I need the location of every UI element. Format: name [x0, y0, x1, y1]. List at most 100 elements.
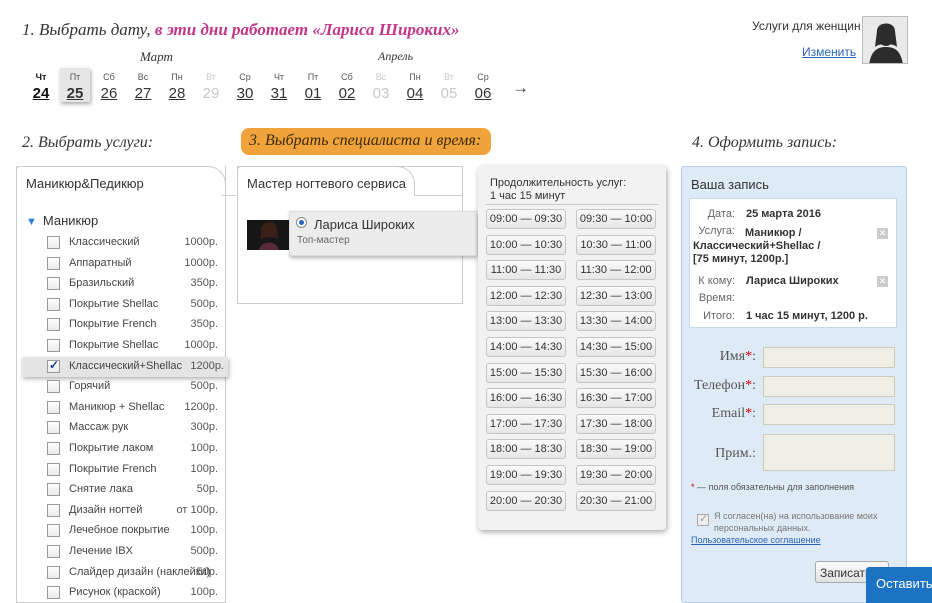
- time-slot-button[interactable]: 17:30 — 18:00: [576, 414, 656, 434]
- service-checkbox[interactable]: [47, 483, 60, 496]
- master-photo-image: [247, 220, 289, 250]
- calendar-day[interactable]: Пн 04: [400, 72, 430, 102]
- service-row[interactable]: Лечение IBX 500р.: [22, 542, 222, 562]
- remove-master-icon[interactable]: ✕: [877, 276, 888, 287]
- service-row[interactable]: Бразильский 350р.: [22, 274, 222, 294]
- email-input[interactable]: [763, 404, 895, 425]
- time-slot-button[interactable]: 19:00 — 19:30: [486, 465, 566, 485]
- service-checkbox[interactable]: [47, 566, 60, 579]
- service-row[interactable]: Классический+Shellac 1200р.: [22, 357, 228, 377]
- service-checkbox[interactable]: [47, 586, 60, 599]
- service-checkbox[interactable]: [47, 504, 60, 517]
- change-link[interactable]: Изменить: [802, 45, 856, 59]
- service-checkbox[interactable]: [47, 298, 60, 311]
- calendar-day[interactable]: Пт 25: [60, 68, 90, 102]
- calendar-day: Вт 29: [196, 72, 226, 102]
- service-row[interactable]: Лечебное покрытие 100р.: [22, 521, 222, 541]
- service-row[interactable]: Классический 1000р.: [22, 233, 222, 253]
- service-checkbox[interactable]: [47, 358, 60, 373]
- time-slot-button[interactable]: 13:30 — 14:00: [576, 311, 656, 331]
- service-checkbox[interactable]: [47, 277, 60, 290]
- calendar-day[interactable]: Ср 30: [230, 72, 260, 102]
- master-tab[interactable]: Мастер ногтевого сервиса: [237, 166, 415, 196]
- service-checkbox[interactable]: [47, 421, 60, 434]
- note-textarea[interactable]: [763, 434, 895, 471]
- category-toggle[interactable]: ▼ Маникюр: [26, 213, 98, 228]
- weekday-label: Пн: [409, 72, 421, 82]
- calendar-day[interactable]: Чт 31: [264, 72, 294, 102]
- time-slot-button[interactable]: 14:00 — 14:30: [486, 337, 566, 357]
- service-row[interactable]: Массаж рук 300р.: [22, 418, 222, 438]
- service-row[interactable]: Покрытие Shellac 1000р.: [22, 336, 222, 356]
- time-slot-button[interactable]: 12:30 — 13:00: [576, 286, 656, 306]
- services-tab[interactable]: Маникюр&Педикюр: [16, 166, 226, 196]
- time-slot-button[interactable]: 16:30 — 17:00: [576, 388, 656, 408]
- service-price: 350р.: [190, 277, 218, 289]
- time-slot-button[interactable]: 16:00 — 16:30: [486, 388, 566, 408]
- calendar-day[interactable]: Пн 28: [162, 72, 192, 102]
- time-slot-button[interactable]: 18:30 — 19:00: [576, 439, 656, 459]
- time-slot-button[interactable]: 11:30 — 12:00: [576, 260, 656, 280]
- time-slot-button[interactable]: 09:30 — 10:00: [576, 209, 656, 229]
- time-slot-button[interactable]: 15:00 — 15:30: [486, 363, 566, 383]
- service-checkbox[interactable]: [47, 318, 60, 331]
- time-slot-button[interactable]: 19:30 — 20:00: [576, 465, 656, 485]
- time-slot-button[interactable]: 20:30 — 21:00: [576, 491, 656, 511]
- service-row[interactable]: Маникюр + Shellac 1200р.: [22, 398, 222, 418]
- email-label-text: Email: [711, 406, 746, 421]
- date-label: Дата:: [707, 208, 735, 220]
- time-slot-button[interactable]: 17:00 — 17:30: [486, 414, 566, 434]
- service-checkbox[interactable]: [47, 257, 60, 270]
- leave-feedback-button[interactable]: Оставить: [866, 567, 932, 603]
- calendar-day[interactable]: Ср 06: [468, 72, 498, 102]
- time-slot-button[interactable]: 18:00 — 18:30: [486, 439, 566, 459]
- time-slot-button[interactable]: 15:30 — 16:00: [576, 363, 656, 383]
- service-checkbox[interactable]: [47, 524, 60, 537]
- calendar-day[interactable]: Чт 24: [26, 72, 56, 102]
- time-slot-button[interactable]: 09:00 — 09:30: [486, 209, 566, 229]
- calendar-day[interactable]: Сб 26: [94, 72, 124, 102]
- service-row[interactable]: Покрытие лаком 100р.: [22, 439, 222, 459]
- next-arrow-icon[interactable]: →: [512, 78, 529, 98]
- service-row[interactable]: Горячий 500р.: [22, 377, 222, 397]
- user-agreement-link[interactable]: Пользовательское соглашение: [691, 535, 821, 545]
- time-slot-button[interactable]: 20:00 — 20:30: [486, 491, 566, 511]
- service-name: Покрытие Shellac: [69, 298, 159, 310]
- service-checkbox[interactable]: [47, 401, 60, 414]
- service-checkbox[interactable]: [47, 236, 60, 249]
- name-input[interactable]: [763, 347, 895, 368]
- service-row[interactable]: Рисунок (краской) 100р.: [22, 583, 222, 603]
- agree-checkbox[interactable]: [697, 512, 709, 526]
- service-row[interactable]: Снятие лака 50р.: [22, 480, 222, 500]
- time-slot-button[interactable]: 12:00 — 12:30: [486, 286, 566, 306]
- service-checkbox[interactable]: [47, 339, 60, 352]
- calendar-day[interactable]: Пт 01: [298, 72, 328, 102]
- service-row[interactable]: Аппаратный 1000р.: [22, 254, 222, 274]
- time-slot-button[interactable]: 14:30 — 15:00: [576, 337, 656, 357]
- service-checkbox[interactable]: [47, 442, 60, 455]
- service-checkbox[interactable]: [47, 545, 60, 558]
- agree-text: Я согласен(на) на использование моих пер…: [714, 511, 878, 533]
- day-number: 24: [32, 85, 50, 102]
- service-row[interactable]: Покрытие French 100р.: [22, 460, 222, 480]
- time-slot-button[interactable]: 11:00 — 11:30: [486, 260, 566, 280]
- service-row[interactable]: Покрытие French 350р.: [22, 315, 222, 335]
- master-radio[interactable]: [296, 217, 307, 228]
- service-price: 350р.: [190, 318, 218, 330]
- remove-service-icon[interactable]: ✕: [877, 228, 888, 239]
- step1-prefix: 1. Выбрать дату,: [22, 20, 151, 39]
- day-number: 31: [270, 85, 288, 102]
- service-checkbox[interactable]: [47, 463, 60, 476]
- time-slot-button[interactable]: 13:00 — 13:30: [486, 311, 566, 331]
- service-row[interactable]: Слайдер дизайн (наклейки) 50р.: [22, 563, 222, 583]
- calendar-day[interactable]: Сб 02: [332, 72, 362, 102]
- service-price: 1200р.: [184, 401, 218, 413]
- service-row[interactable]: Дизайн ногтей от 100р.: [22, 501, 222, 521]
- phone-label: Телефон*:: [693, 378, 756, 393]
- time-slot-button[interactable]: 10:00 — 10:30: [486, 235, 566, 255]
- phone-input[interactable]: [763, 376, 895, 397]
- calendar-day[interactable]: Вс 27: [128, 72, 158, 102]
- service-checkbox[interactable]: [47, 380, 60, 393]
- time-slot-button[interactable]: 10:30 — 11:00: [576, 235, 656, 255]
- service-row[interactable]: Покрытие Shellac 500р.: [22, 295, 222, 315]
